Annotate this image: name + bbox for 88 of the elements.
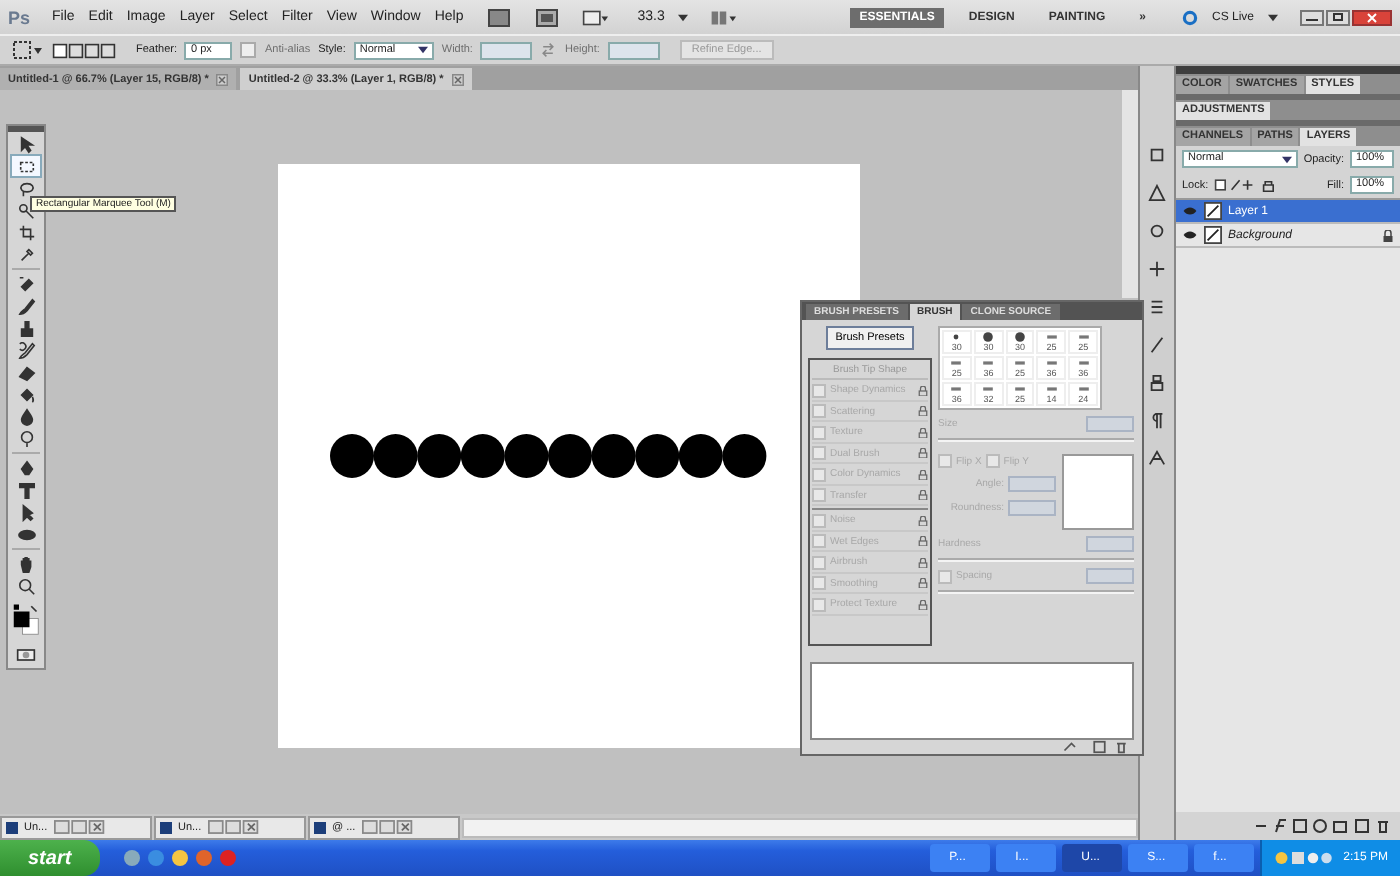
zoom-icon (17, 577, 35, 595)
checkbox[interactable] (812, 467, 826, 482)
window-buttons-icon[interactable] (207, 820, 260, 834)
checkbox[interactable] (938, 454, 952, 469)
hardness-field[interactable] (1086, 536, 1134, 553)
layer-actions-icon[interactable] (1252, 818, 1392, 834)
bridge-icon[interactable] (485, 7, 512, 27)
lock-icon[interactable] (918, 536, 928, 547)
drop-icon (17, 407, 35, 425)
hand-icon (17, 555, 35, 573)
roundness-field[interactable] (1008, 500, 1056, 517)
minimize-icon[interactable] (1300, 9, 1324, 25)
cs-live-icon (1181, 9, 1198, 25)
eye-icon[interactable] (1182, 228, 1198, 242)
caret-icon[interactable] (1268, 13, 1278, 21)
app-icon (314, 821, 326, 833)
window-buttons-icon[interactable] (53, 820, 106, 834)
lock-icon[interactable] (918, 406, 928, 417)
selection-mode-icon[interactable] (52, 41, 116, 59)
dodge-icon (17, 429, 35, 447)
horizontal-scrollbar[interactable] (462, 817, 1138, 837)
type-icon (17, 481, 35, 499)
width-field[interactable] (480, 41, 533, 59)
wand-icon (17, 201, 35, 219)
checkbox[interactable] (812, 534, 826, 549)
lock-icon[interactable] (918, 490, 928, 501)
close-icon[interactable] (216, 73, 229, 85)
angle-field[interactable] (1008, 476, 1056, 493)
stamp-icon (17, 319, 35, 337)
arrow-icon (17, 135, 35, 153)
caret-icon (417, 46, 428, 54)
checkbox[interactable] (812, 576, 826, 591)
tool-button[interactable] (12, 156, 40, 176)
lock-icon[interactable] (918, 427, 928, 438)
app-logo: Ps (8, 7, 31, 27)
lock-icon[interactable] (918, 469, 928, 480)
window-buttons-icon[interactable] (361, 820, 414, 834)
paragraph-icon[interactable] (1148, 412, 1166, 430)
checkbox[interactable] (812, 597, 826, 612)
vertical-scrollbar[interactable] (1122, 90, 1138, 298)
layer-thumbnail-icon (1204, 226, 1222, 244)
spacing-field[interactable] (1086, 568, 1134, 585)
lasso-icon (17, 179, 35, 197)
checkbox[interactable] (812, 383, 826, 398)
eyedropper-icon (17, 245, 35, 263)
lock-icon[interactable] (918, 515, 928, 526)
eraser-icon (17, 363, 35, 381)
checkbox[interactable] (812, 404, 826, 419)
swap-icon[interactable] (540, 42, 557, 58)
brush-shape-preview[interactable] (1062, 454, 1134, 531)
close-icon[interactable] (451, 73, 464, 85)
history-brush-icon (17, 341, 35, 359)
size-field[interactable] (1086, 416, 1134, 433)
checkbox[interactable] (812, 425, 826, 440)
lock-icon[interactable] (918, 448, 928, 459)
quick-mask-icon[interactable] (16, 648, 36, 662)
caret-icon[interactable] (678, 13, 689, 21)
checkbox[interactable] (938, 569, 952, 584)
dashed-rectangle-icon (17, 157, 35, 175)
app-icon (6, 821, 18, 833)
lock-options-icon[interactable] (1214, 178, 1279, 192)
restore-icon[interactable] (1326, 9, 1350, 25)
arrange-documents-icon[interactable] (710, 7, 737, 27)
caret-icon (1281, 155, 1292, 163)
checkbox[interactable] (812, 446, 826, 461)
checkbox[interactable] (812, 488, 826, 503)
close-icon[interactable] (1352, 9, 1392, 25)
lock-icon[interactable] (918, 578, 928, 589)
tray-icons[interactable] (1273, 850, 1334, 866)
lock-icon[interactable] (918, 385, 928, 396)
quick-launch-icons[interactable] (121, 848, 242, 868)
checkbox[interactable] (812, 513, 826, 528)
lock-icon[interactable] (918, 557, 928, 568)
crop-icon (17, 223, 35, 241)
marquee-preset-icon[interactable] (12, 40, 44, 60)
checkbox[interactable] (812, 555, 826, 570)
mini-bridge-icon[interactable] (533, 7, 560, 27)
checkbox[interactable] (985, 454, 1000, 469)
layer-thumbnail-icon (1204, 202, 1222, 220)
lock-icon[interactable] (918, 599, 928, 610)
height-field[interactable] (607, 41, 660, 59)
view-extras-icon[interactable] (581, 7, 608, 27)
color-swatches-icon[interactable] (12, 604, 40, 640)
bandage-icon (17, 275, 35, 293)
app-icon (160, 821, 172, 833)
tool-button[interactable] (12, 524, 40, 544)
bucket-icon (17, 385, 35, 403)
pointer-icon (17, 503, 35, 521)
